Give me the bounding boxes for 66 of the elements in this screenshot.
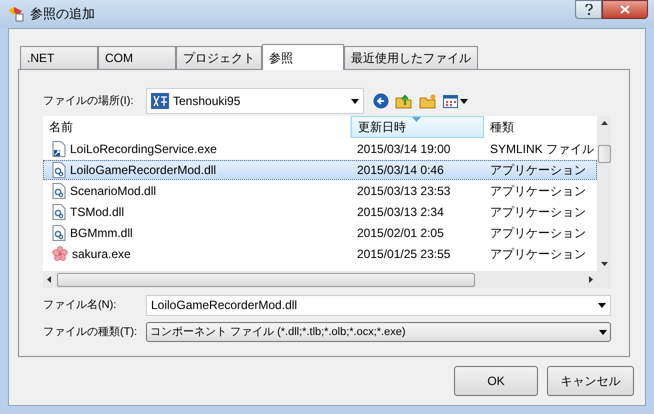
file-name-field[interactable]: LoiloGameRecorderMod.dll bbox=[146, 294, 611, 316]
location-label: ファイルの場所(I): bbox=[43, 94, 134, 109]
file-type: SYMLINK ファイル bbox=[489, 141, 596, 158]
folder-logo-icon bbox=[151, 93, 169, 109]
file-name: ScenarioMod.dll bbox=[70, 183, 156, 200]
sort-arrow-icon bbox=[412, 117, 421, 122]
file-name: TSMod.dll bbox=[70, 204, 124, 221]
file-row[interactable]: LoiloGameRecorderMod.dll 2015/03/14 0:46 アプリケーション bbox=[43, 160, 597, 180]
tab[interactable]: 最近使用したファイル bbox=[344, 46, 478, 69]
horizontal-scrollbar[interactable] bbox=[43, 271, 611, 288]
modified-date: 2015/03/13 2:34 bbox=[356, 204, 445, 221]
dropdown-arrow-icon bbox=[599, 330, 607, 334]
file-type-label: ファイルの種類(T): bbox=[43, 324, 138, 340]
file-name: LoiloGameRecorderMod.dll bbox=[70, 162, 216, 179]
grid-view-icon bbox=[443, 94, 458, 108]
modified-date: 2015/03/14 19:00 bbox=[356, 141, 452, 158]
modified-date: 2015/02/01 2:05 bbox=[356, 225, 445, 242]
app-icon bbox=[8, 6, 24, 22]
file-type: アプリケーション bbox=[489, 225, 587, 242]
close-button[interactable] bbox=[602, 0, 648, 19]
scroll-left-icon[interactable] bbox=[47, 276, 51, 283]
file-type: アプリケーション bbox=[489, 246, 587, 263]
caret-icon bbox=[460, 98, 468, 104]
flower-icon bbox=[52, 246, 68, 262]
file-name: sakura.exe bbox=[72, 246, 131, 263]
location-dropdown[interactable]: Tenshouki95 bbox=[146, 88, 364, 114]
file-type-dropdown[interactable]: コンポーネント ファイル (*.dll;*.tlb;*.olb;*.ocx;*.exe) bbox=[146, 322, 611, 342]
help-icon bbox=[584, 4, 592, 15]
up-folder-icon[interactable] bbox=[395, 93, 413, 109]
tab[interactable]: プロジェクト bbox=[176, 46, 262, 69]
file-row[interactable]: LoiLoRecordingService.exe 2015/03/14 19:00 SYMLINK ファイル bbox=[43, 139, 597, 159]
close-icon bbox=[620, 5, 630, 14]
file-name-label: ファイル名(N): bbox=[43, 298, 118, 313]
file-type: アプリケーション bbox=[489, 183, 587, 200]
file-type: アプリケーション bbox=[489, 162, 587, 179]
file-row[interactable]: ScenarioMod.dll 2015/03/13 23:53 アプリケーション bbox=[43, 181, 597, 201]
window-title: 参照の追加 bbox=[30, 5, 95, 24]
back-icon[interactable] bbox=[373, 93, 389, 109]
view-menu-button[interactable] bbox=[443, 94, 468, 108]
file-name: BGMmm.dll bbox=[70, 225, 133, 242]
dropdown-arrow-icon bbox=[351, 98, 359, 104]
column-header[interactable]: 更新日時 bbox=[351, 116, 484, 138]
tab[interactable]: .NET bbox=[20, 46, 98, 69]
new-folder-icon[interactable] bbox=[419, 93, 437, 109]
file-type: アプリケーション bbox=[489, 204, 587, 221]
modified-date: 2015/03/13 23:53 bbox=[356, 183, 452, 200]
tab[interactable]: COM bbox=[98, 46, 176, 69]
shortcut-file-icon bbox=[52, 141, 66, 157]
scroll-thumb[interactable] bbox=[598, 145, 611, 163]
vertical-scrollbar[interactable] bbox=[597, 116, 611, 271]
file-row[interactable]: BGMmm.dll 2015/02/01 2:05 アプリケーション bbox=[43, 223, 597, 243]
help-button[interactable] bbox=[575, 0, 602, 19]
tab[interactable]: 参照 bbox=[262, 44, 344, 70]
modified-date: 2015/03/14 0:46 bbox=[356, 162, 445, 179]
modified-date: 2015/01/25 23:55 bbox=[356, 246, 452, 263]
scroll-down-icon[interactable] bbox=[600, 262, 608, 266]
scroll-up-icon[interactable] bbox=[600, 121, 608, 125]
scroll-right-icon[interactable] bbox=[589, 276, 593, 283]
cancel-button[interactable]: キャンセル bbox=[547, 366, 634, 396]
column-header[interactable]: 種類 bbox=[484, 116, 596, 138]
ok-button[interactable]: OK bbox=[454, 366, 538, 396]
file-name: LoiLoRecordingService.exe bbox=[70, 141, 217, 158]
dropdown-arrow-icon bbox=[598, 302, 606, 308]
file-row[interactable]: sakura.exe 2015/01/25 23:55 アプリケーション bbox=[43, 244, 597, 264]
scroll-thumb[interactable] bbox=[57, 272, 475, 286]
file-row[interactable]: TSMod.dll 2015/03/13 2:34 アプリケーション bbox=[43, 202, 597, 222]
